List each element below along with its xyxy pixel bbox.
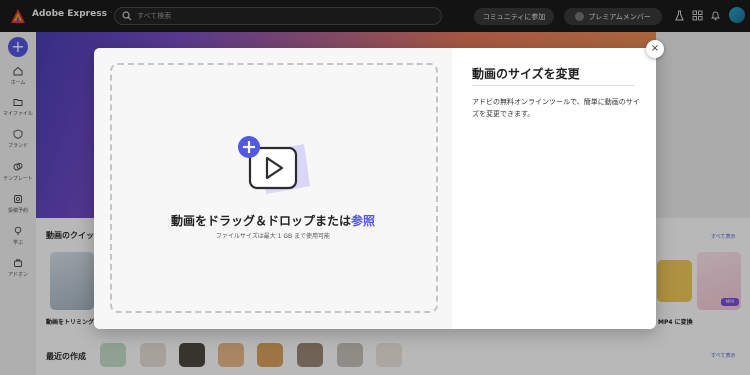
drop-instructions-text: 動画をドラッグ＆ドロップまたは [170, 214, 351, 228]
drop-instructions: 動画をドラッグ＆ドロップまたは参照 [94, 212, 452, 229]
modal-title: 動画のサイズを変更 [472, 67, 580, 81]
file-size-note: ファイルサイズは最大 1 GB まで使用可能 [215, 233, 331, 240]
close-modal-button[interactable]: × [646, 40, 664, 58]
browse-link[interactable]: 参照 [351, 214, 375, 228]
upload-panel: 動画をドラッグ＆ドロップまたは参照 ファイルサイズは最大 1 GB まで使用可能 [94, 48, 452, 329]
title-divider [472, 85, 635, 86]
upload-video-icon [238, 136, 310, 194]
modal-description: アドビの無料オンラインツールで、簡単に動画のサイズを変更できます。 [472, 98, 640, 118]
resize-video-modal: 動画をドラッグ＆ドロップまたは参照 ファイルサイズは最大 1 GB まで使用可能… [94, 48, 656, 329]
